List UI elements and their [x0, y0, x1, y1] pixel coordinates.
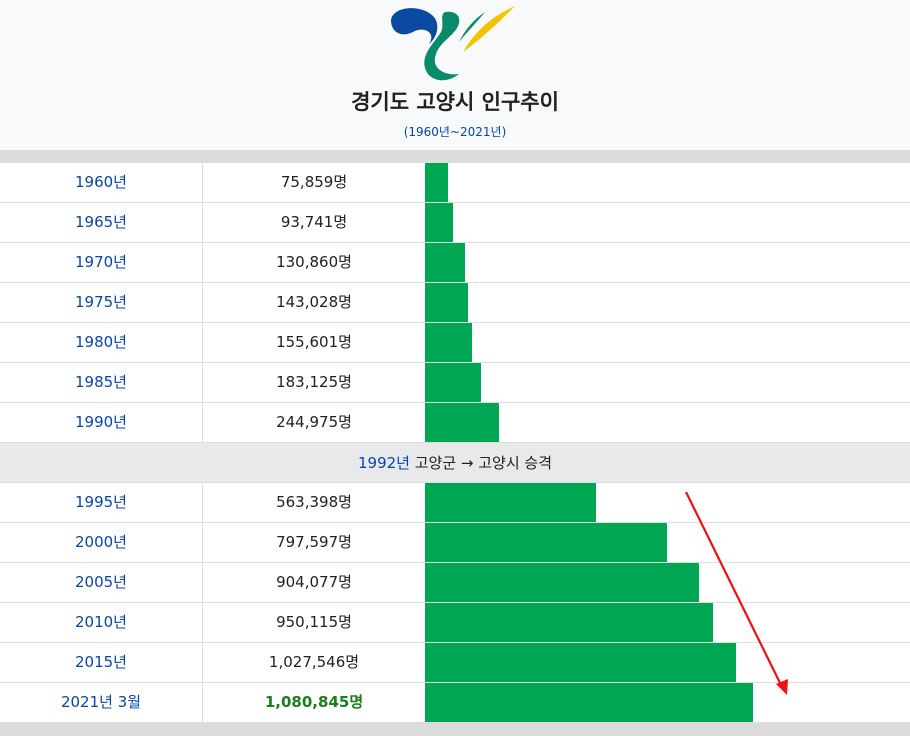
population-value: 155,601명 [276, 333, 352, 351]
chart-header: 경기도 고양시 인구추이 (1960년~2021년) [0, 0, 910, 150]
population-bar [425, 363, 481, 402]
population-bar [425, 243, 465, 282]
table-row: 1975년 143,028명 [0, 283, 910, 323]
population-bar [425, 323, 472, 362]
year-label[interactable]: 1985년 [0, 363, 203, 402]
table-row: 1990년 244,975명 [0, 403, 910, 443]
table-row: 1970년 130,860명 [0, 243, 910, 283]
table-row: 1980년 155,601명 [0, 323, 910, 363]
year-label[interactable]: 2000년 [0, 523, 203, 562]
population-value: 563,398명 [276, 493, 352, 511]
year-label[interactable]: 1970년 [0, 243, 203, 282]
population-value: 93,741명 [280, 213, 348, 231]
population-bar [425, 483, 596, 522]
year-label[interactable]: 2021년 3월 [0, 683, 203, 722]
event-text: 고양군 → 고양시 승격 [409, 454, 553, 472]
chart-title: 경기도 고양시 인구추이 [351, 90, 559, 114]
population-value: 950,115명 [276, 613, 352, 631]
year-label[interactable]: 2005년 [0, 563, 203, 602]
event-row: 1992년 고양군 → 고양시 승격 [0, 443, 910, 483]
table-row: 2021년 3월 1,080,845명 [0, 683, 910, 723]
population-bar [425, 403, 499, 442]
population-value: 130,860명 [276, 253, 352, 271]
year-label[interactable]: 1965년 [0, 203, 203, 242]
population-value: 75,859명 [280, 173, 348, 191]
table-row: 1965년 93,741명 [0, 203, 910, 243]
header-separator [0, 150, 910, 163]
population-bar [425, 203, 453, 242]
population-value: 183,125명 [276, 373, 352, 391]
goyang-city-logo [391, 6, 515, 81]
footer-separator [0, 723, 910, 736]
year-label[interactable]: 1975년 [0, 283, 203, 322]
event-year[interactable]: 1992년 [358, 454, 410, 472]
table-row: 2010년 950,115명 [0, 603, 910, 643]
year-label[interactable]: 1995년 [0, 483, 203, 522]
population-bar [425, 683, 753, 722]
population-bar [425, 563, 699, 602]
population-value: 143,028명 [276, 293, 352, 311]
table-row: 2015년 1,027,546명 [0, 643, 910, 683]
population-value: 244,975명 [276, 413, 352, 431]
table-row: 1985년 183,125명 [0, 363, 910, 403]
population-bar [425, 643, 736, 682]
year-label[interactable]: 2015년 [0, 643, 203, 682]
population-bar [425, 163, 448, 202]
population-value: 904,077명 [276, 573, 352, 591]
population-value: 797,597명 [276, 533, 352, 551]
population-bar [425, 523, 667, 562]
chart-subtitle: (1960년~2021년) [403, 125, 507, 139]
year-label[interactable]: 1960년 [0, 163, 203, 202]
table-row: 2005년 904,077명 [0, 563, 910, 603]
year-label[interactable]: 1990년 [0, 403, 203, 442]
table-row: 1995년 563,398명 [0, 483, 910, 523]
year-label[interactable]: 1980년 [0, 323, 203, 362]
population-bar [425, 283, 468, 322]
population-value: 1,027,546명 [268, 653, 360, 671]
table-row: 2000년 797,597명 [0, 523, 910, 563]
population-bar [425, 603, 713, 642]
table-row: 1960년 75,859명 [0, 163, 910, 203]
population-value: 1,080,845명 [264, 693, 364, 711]
year-label[interactable]: 2010년 [0, 603, 203, 642]
